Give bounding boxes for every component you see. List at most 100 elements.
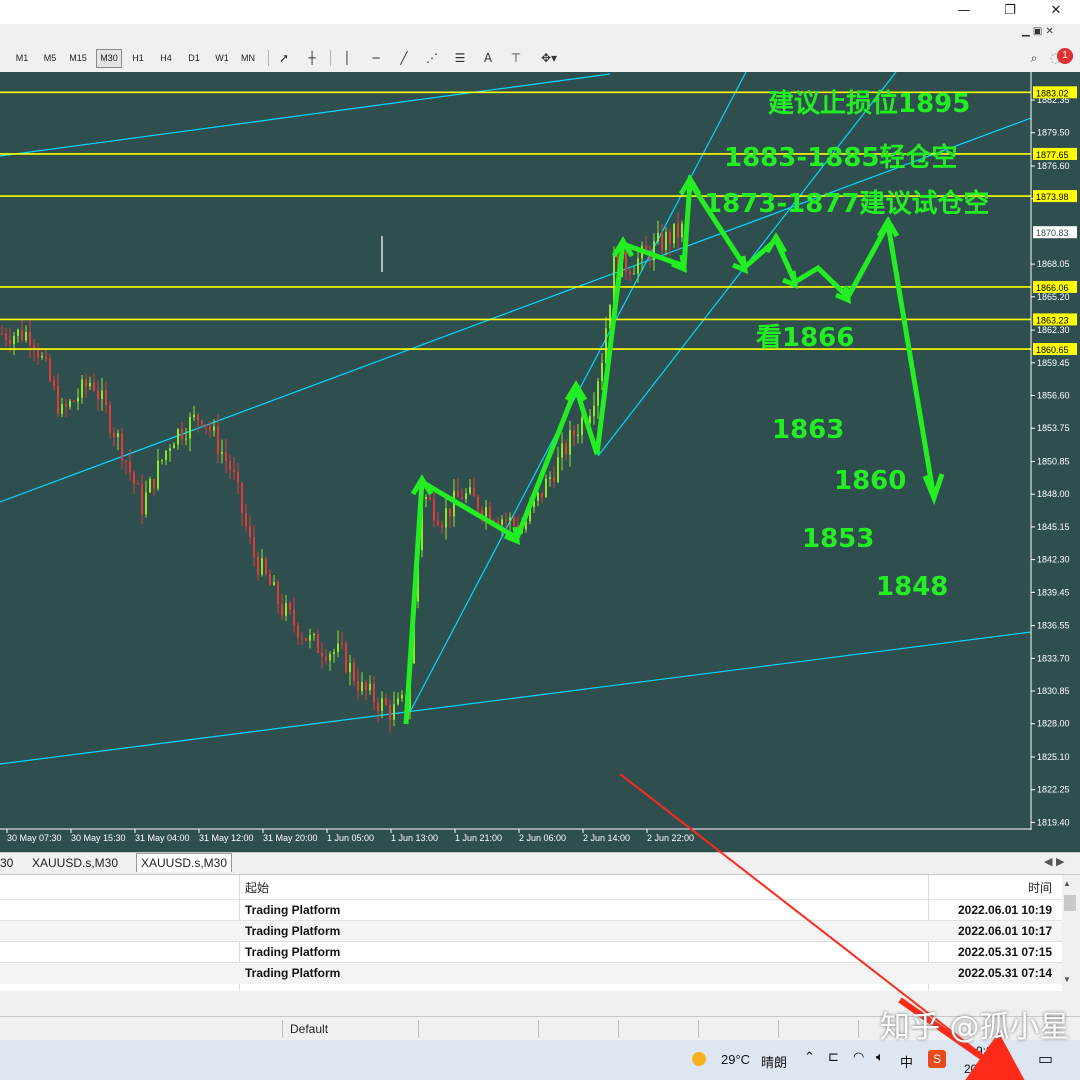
weather-temperature[interactable]: 29°C bbox=[721, 1052, 750, 1067]
tab-partial[interactable]: 30 bbox=[0, 854, 17, 872]
journal-source: Trading Platform bbox=[245, 945, 341, 959]
timeframe-h4[interactable]: H4 bbox=[154, 50, 178, 67]
price-chart[interactable]: 1882.351879.501876.601873.751868.051865.… bbox=[0, 72, 1080, 852]
candle-body bbox=[581, 417, 583, 435]
minimize-button[interactable]: — bbox=[942, 0, 986, 24]
timeframe-m15[interactable]: M15 bbox=[66, 50, 90, 67]
crosshair-icon[interactable]: ┼ bbox=[302, 48, 322, 68]
candle-body bbox=[557, 457, 559, 483]
weather-description[interactable]: 晴朗 bbox=[761, 1052, 787, 1071]
candle-body bbox=[49, 358, 51, 381]
candle-body bbox=[29, 332, 31, 345]
windows-taskbar: 29°C 晴朗 ⌃ ⊏ ◠ 🔈︎ 中 S 9:23 2022/6/3 ▭ bbox=[0, 1040, 1080, 1080]
clock-date[interactable]: 2022/6/3 bbox=[964, 1062, 1011, 1076]
candle-body bbox=[61, 404, 63, 414]
tab-xauusd-2[interactable]: XAUUSD.s,M30 bbox=[136, 853, 233, 872]
candle-body bbox=[9, 340, 11, 345]
fibonacci-fan-icon[interactable]: ⋰ bbox=[422, 48, 442, 68]
candle-body bbox=[597, 381, 599, 406]
level-label: 1877.65 bbox=[1036, 150, 1069, 160]
candle-body bbox=[105, 390, 107, 406]
price-tick-label: 1859.45 bbox=[1037, 358, 1070, 368]
candle-body bbox=[149, 478, 151, 493]
candle-body bbox=[197, 414, 199, 421]
timeframe-h1[interactable]: H1 bbox=[126, 50, 150, 67]
search-icon[interactable]: ⌕ bbox=[1024, 48, 1044, 68]
timeframe-mn[interactable]: MN bbox=[236, 50, 260, 67]
candle-body bbox=[233, 469, 235, 473]
volume-icon[interactable]: 🔈︎ bbox=[876, 1050, 884, 1065]
timeframe-m30[interactable]: M30 bbox=[96, 49, 122, 68]
arrows-dropdown-icon[interactable]: ✥▾ bbox=[534, 48, 564, 68]
price-tick-label: 1856.60 bbox=[1037, 391, 1070, 401]
journal-row[interactable]: Trading Platform 2022.05.31 07:15 bbox=[0, 941, 1062, 963]
close-button[interactable]: ✕ bbox=[1034, 0, 1078, 24]
time-tick-label: 1 Jun 21:00 bbox=[455, 833, 502, 843]
timeframe-m5[interactable]: M5 bbox=[38, 50, 62, 67]
forecast-path bbox=[403, 174, 937, 725]
candle-body bbox=[333, 652, 335, 655]
candle-body bbox=[397, 698, 399, 705]
cursor-icon[interactable]: ➚ bbox=[274, 48, 294, 68]
tray-expand-icon[interactable]: ⌃ bbox=[804, 1050, 815, 1065]
tab-xauusd-1[interactable]: XAUUSD.s,M30 bbox=[28, 854, 122, 872]
candle-body bbox=[341, 643, 343, 645]
text-label-icon[interactable]: ⊤ bbox=[506, 48, 526, 68]
fibonacci-retracement-icon[interactable]: ☰ bbox=[450, 48, 470, 68]
candle-body bbox=[13, 335, 15, 345]
candle-body bbox=[433, 499, 435, 521]
child-window-controls[interactable]: ▁ ▣ ✕ bbox=[1022, 26, 1054, 37]
restore-button[interactable]: ❐ bbox=[988, 0, 1032, 24]
journal-row[interactable]: Trading Platform 2022.06.01 10:19 bbox=[0, 899, 1062, 921]
ime-indicator[interactable]: 中 bbox=[900, 1052, 913, 1071]
notification-center-icon[interactable]: ▭ bbox=[1038, 1049, 1053, 1068]
candle-body bbox=[45, 355, 47, 359]
candle-body bbox=[301, 637, 303, 639]
journal-scrollbar[interactable]: ▲ ▼ bbox=[1062, 875, 1080, 991]
timeframe-m1[interactable]: M1 bbox=[10, 50, 34, 67]
timeframe-d1[interactable]: D1 bbox=[182, 50, 206, 67]
wifi-icon[interactable]: ◠ bbox=[853, 1050, 864, 1065]
column-time-header[interactable]: 时间 bbox=[1028, 879, 1052, 896]
candle-body bbox=[137, 483, 139, 485]
candle-body bbox=[273, 582, 275, 586]
scroll-up-icon[interactable]: ▲ bbox=[1063, 879, 1071, 888]
price-tick-label: 1876.60 bbox=[1037, 161, 1070, 171]
candle-body bbox=[53, 380, 55, 386]
horizontal-line-icon[interactable]: ─ bbox=[366, 48, 386, 68]
journal-row[interactable]: Trading Platform 2022.06.01 10:17 bbox=[0, 920, 1062, 942]
price-tick-label: 1819.40 bbox=[1037, 817, 1070, 827]
level-label: 1866.06 bbox=[1036, 283, 1069, 293]
vertical-line-icon[interactable]: │ bbox=[337, 48, 357, 68]
journal-row[interactable]: Trading Platform 2022.05.31 07:14 bbox=[0, 962, 1062, 984]
price-tick-label: 1828.00 bbox=[1037, 719, 1070, 729]
annotation-target-1863: 1863 bbox=[772, 415, 844, 445]
clock-time[interactable]: 9:23 bbox=[976, 1044, 999, 1058]
candle-body bbox=[209, 426, 211, 431]
column-source-header[interactable]: 起始 bbox=[245, 879, 269, 896]
candle-body bbox=[673, 223, 675, 244]
price-tick-label: 1862.30 bbox=[1037, 325, 1070, 335]
notifications-button[interactable]: ◌ 1 bbox=[1050, 48, 1073, 68]
scroll-thumb[interactable] bbox=[1064, 895, 1076, 911]
time-tick-label: 30 May 07:30 bbox=[7, 833, 62, 843]
candle-body bbox=[353, 662, 355, 682]
tab-scroll-icon[interactable]: ◀ ▶ bbox=[1044, 855, 1064, 868]
time-tick-label: 30 May 15:30 bbox=[71, 833, 126, 843]
toolbar: M1 M5 M15 M30 H1 H4 D1 W1 MN ➚ ┼ │ ─ ╱ ⋰ ☰ A ⊤ ✥… bbox=[0, 44, 1080, 73]
candle-body bbox=[41, 355, 43, 358]
network-icon[interactable]: ⊏ bbox=[828, 1050, 839, 1065]
candle-body bbox=[501, 519, 503, 525]
trendline-icon[interactable]: ╱ bbox=[394, 48, 414, 68]
timeframe-w1[interactable]: W1 bbox=[210, 50, 234, 67]
candle-body bbox=[193, 414, 195, 418]
scroll-down-icon[interactable]: ▼ bbox=[1063, 975, 1071, 984]
candle-body bbox=[393, 704, 395, 720]
time-tick-label: 1 Jun 05:00 bbox=[327, 833, 374, 843]
sogou-icon[interactable]: S bbox=[928, 1050, 946, 1068]
text-tool-icon[interactable]: A bbox=[478, 48, 498, 68]
level-label: 1883.02 bbox=[1036, 88, 1069, 98]
candle-body bbox=[73, 400, 75, 402]
current-price-label: 1870.83 bbox=[1036, 228, 1069, 238]
candle-body bbox=[89, 382, 91, 387]
